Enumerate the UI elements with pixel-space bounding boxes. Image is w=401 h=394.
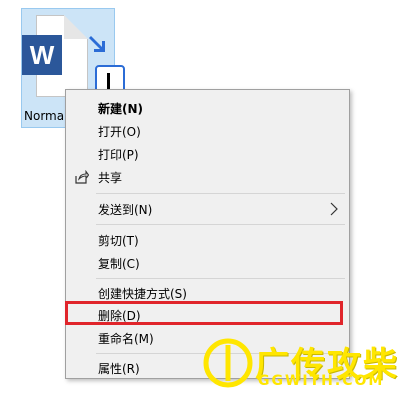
menu-item-label: 新建(N) <box>98 101 144 116</box>
menu-item-label: 属性(R) <box>98 361 140 376</box>
menu-item-label: 打开(O) <box>98 124 141 139</box>
menu-item-delete[interactable]: 删除(D) <box>66 304 349 326</box>
menu-item-copy[interactable]: 复制(C) <box>66 252 349 274</box>
menu-item-open[interactable]: 打开(O) <box>66 120 349 142</box>
menu-item-cut[interactable]: 剪切(T) <box>66 229 349 251</box>
menu-item-label: 复制(C) <box>98 256 140 271</box>
menu-separator <box>96 224 345 225</box>
menu-item-label: 发送到(N) <box>98 202 153 217</box>
file-name-label: Norma <box>24 109 65 123</box>
menu-item-label: 共享 <box>98 170 123 185</box>
menu-separator <box>96 193 345 194</box>
menu-item-label: 打印(P) <box>98 147 139 162</box>
watermark: 广传攻柴 GGWITH.COM <box>200 333 401 394</box>
menu-item-share[interactable]: 共享 <box>66 166 349 188</box>
share-icon <box>75 170 89 184</box>
move-arrow-icon <box>89 36 105 52</box>
chevron-right-icon <box>330 202 338 216</box>
menu-item-label: 剪切(T) <box>98 233 139 248</box>
menu-item-label: 重命名(M) <box>98 331 154 346</box>
menu-item-send-to[interactable]: 发送到(N) <box>66 198 349 220</box>
word-document-icon: W <box>22 35 62 75</box>
menu-item-label: 创建快捷方式(S) <box>98 286 187 301</box>
watermark-logo-icon <box>203 338 253 388</box>
menu-item-new[interactable]: 新建(N) <box>66 97 349 119</box>
menu-item-create-shortcut[interactable]: 创建快捷方式(S) <box>66 282 349 304</box>
menu-item-label: 删除(D) <box>98 308 141 323</box>
menu-item-print[interactable]: 打印(P) <box>66 143 349 165</box>
watermark-subtext: GGWITH.COM <box>258 373 385 389</box>
menu-separator <box>96 278 345 279</box>
